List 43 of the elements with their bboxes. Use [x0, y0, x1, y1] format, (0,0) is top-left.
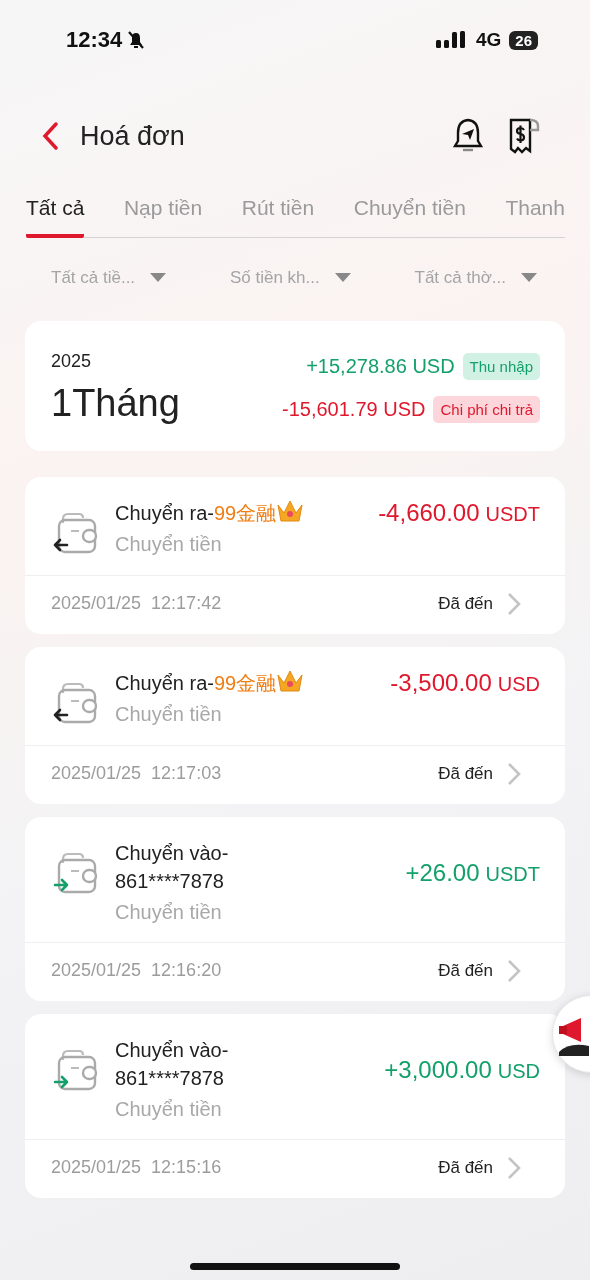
caret-down-icon — [149, 272, 168, 283]
caret-down-icon — [520, 272, 538, 283]
transaction-card[interactable]: Chuyển vào-861****7878 Chuyển tiền +26.00 USDT 2025/01/25 12:16:20 Đã đến — [25, 816, 565, 1001]
transaction-date: 2025/01/25 12:17:03 — [51, 763, 222, 784]
transaction-amount: -3,500.00 USD — [390, 668, 540, 697]
status-link[interactable]: Đã đến — [438, 591, 521, 616]
signal-icon — [435, 30, 468, 50]
chevron-right-icon — [507, 761, 521, 786]
chevron-right-icon — [507, 591, 521, 616]
transaction-type: Chuyển tiền — [115, 702, 223, 726]
transaction-card[interactable]: Chuyển ra-99金融 Chuyển tiền -4,660.00 USDT 2025/01/25 12:17:42 Đã đến — [25, 476, 565, 634]
caret-down-icon — [333, 272, 352, 283]
chevron-right-icon — [507, 958, 521, 983]
expense-badge: Chi phí chi trả — [433, 395, 540, 423]
status-link[interactable]: Đã đến — [438, 761, 521, 786]
transaction-date: 2025/01/25 12:16:20 — [51, 960, 222, 981]
chevron-right-icon — [507, 1155, 521, 1180]
transaction-title: Chuyển vào-861****7878 — [115, 840, 230, 894]
tab[interactable]: Tất cả — [26, 196, 85, 238]
transaction-amount: -4,660.00 USDT — [378, 498, 540, 527]
summary-period: 1Tháng — [51, 381, 180, 425]
clock-time: 12:34 — [66, 27, 123, 53]
battery-level: 26 — [509, 30, 538, 50]
network-label: 4G — [475, 29, 502, 51]
transaction-amount: +3,000.00 USD — [384, 1054, 540, 1084]
transaction-card[interactable]: Chuyển vào-861****7878 Chuyển tiền +3,000.00 USD 2025/01/25 12:15:16 Đã đến — [25, 1013, 565, 1198]
transaction-date: 2025/01/25 12:15:16 — [51, 1157, 222, 1178]
status-link[interactable]: Đã đến — [438, 1155, 521, 1180]
status-link[interactable]: Đã đến — [438, 958, 521, 983]
transaction-title: Chuyển ra-99金融 — [115, 498, 365, 527]
page-title: Hoá đơn — [80, 120, 186, 152]
transaction-type: Chuyển tiền — [115, 1097, 223, 1121]
transaction-title: Chuyển vào-861****7878 — [115, 1037, 230, 1091]
transaction-title: Chuyển ra-99金融 — [115, 668, 377, 697]
transaction-date: 2025/01/25 12:17:42 — [51, 593, 222, 614]
summary-year: 2025 — [51, 350, 92, 372]
transaction-type: Chuyển tiền — [115, 900, 223, 924]
transaction-type: Chuyển tiền — [115, 532, 223, 556]
transaction-amount: +26.00 USDT — [405, 857, 540, 887]
expense-amount: -15,601.79 USD — [282, 397, 426, 421]
income-amount: +15,278.86 USD — [306, 354, 455, 378]
income-badge: Thu nhập — [462, 352, 540, 380]
transaction-card[interactable]: Chuyển ra-99金融 Chuyển tiền -3,500.00 USD 2025/01/25 12:17:03 Đã đến — [25, 646, 565, 804]
